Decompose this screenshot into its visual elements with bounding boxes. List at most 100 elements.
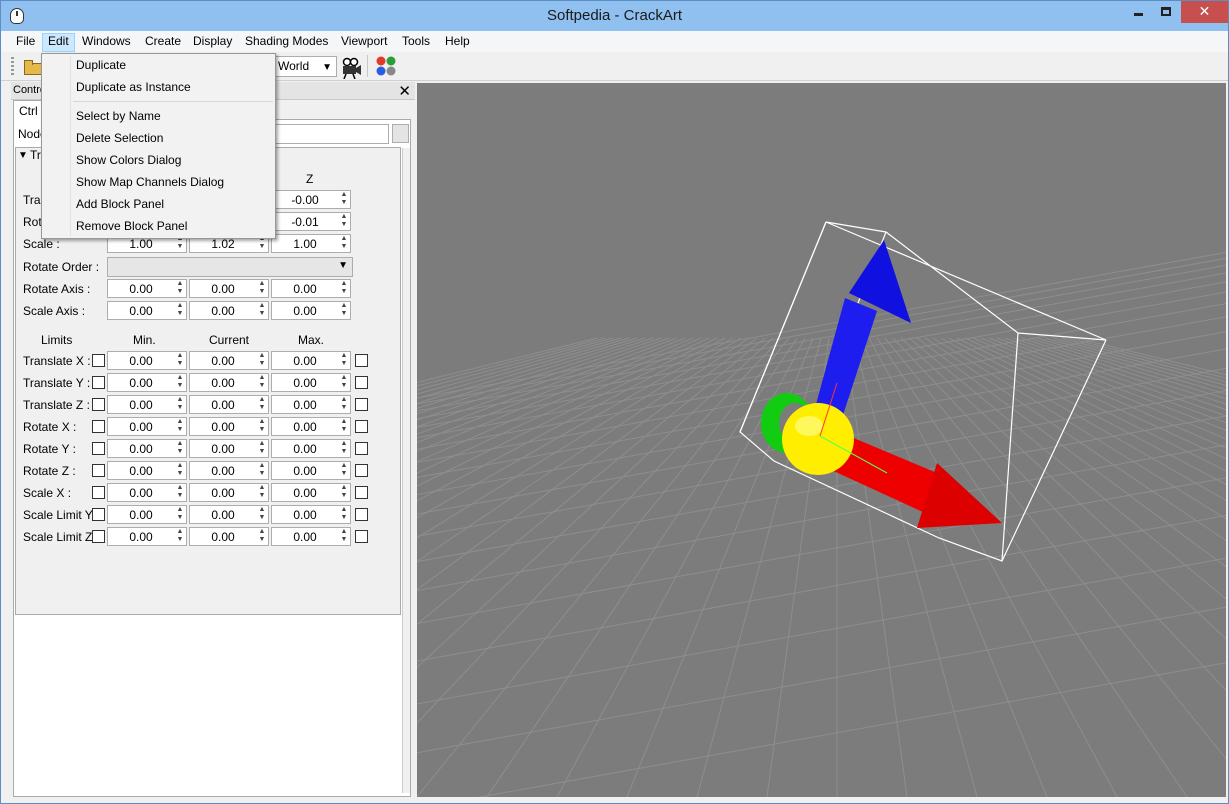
spinner-arrows-icon[interactable]: ▲▼ (257, 418, 267, 435)
rotate-z-field[interactable]: -0.01 ▲ ▼ (271, 212, 351, 231)
rotate-axis-x-field[interactable]: 0.00 ▲ ▼ (107, 279, 187, 298)
spinner-arrows-icon[interactable]: ▲▼ (339, 352, 349, 369)
limit-min-field[interactable]: 0.00 ▲ ▼ (107, 439, 187, 458)
limit-min-checkbox[interactable] (92, 442, 105, 455)
limit-max-checkbox[interactable] (355, 464, 368, 477)
spinner-arrows-icon[interactable]: ▲▼ (257, 484, 267, 501)
limit-current-field[interactable]: 0.00 ▲ ▼ (189, 417, 269, 436)
scale-z-field[interactable]: 1.00 ▲ ▼ (271, 234, 351, 253)
limit-current-field[interactable]: 0.00 ▲ ▼ (189, 505, 269, 524)
spinner-arrows-icon[interactable]: ▲▼ (339, 213, 349, 230)
menu-item-show-colors-dialog[interactable]: Show Colors Dialog (76, 153, 181, 167)
menu-create[interactable]: Create (140, 33, 186, 52)
node-name-input[interactable] (271, 124, 389, 144)
limit-max-field[interactable]: 0.00 ▲ ▼ (271, 351, 351, 370)
spinner-arrows-icon[interactable]: ▲▼ (257, 302, 267, 319)
limit-current-field[interactable]: 0.00 ▲ ▼ (189, 373, 269, 392)
node-browse-button[interactable] (392, 124, 409, 143)
limit-max-field[interactable]: 0.00 ▲ ▼ (271, 483, 351, 502)
menu-item-delete-selection[interactable]: Delete Selection (76, 131, 163, 145)
spinner-arrows-icon[interactable]: ▲▼ (175, 396, 185, 413)
limit-min-checkbox[interactable] (92, 420, 105, 433)
spinner-arrows-icon[interactable]: ▲▼ (339, 235, 349, 252)
toolbar-grip[interactable] (11, 57, 14, 77)
colors-icon[interactable] (375, 55, 396, 76)
spinner-arrows-icon[interactable]: ▲▼ (339, 506, 349, 523)
scale-axis-z-field[interactable]: 0.00 ▲ ▼ (271, 301, 351, 320)
limit-max-checkbox[interactable] (355, 442, 368, 455)
limit-current-field[interactable]: 0.00 ▲ ▼ (189, 461, 269, 480)
spinner-arrows-icon[interactable]: ▲▼ (175, 302, 185, 319)
limit-max-field[interactable]: 0.00 ▲ ▼ (271, 439, 351, 458)
limit-min-field[interactable]: 0.00 ▲ ▼ (107, 417, 187, 436)
limit-max-field[interactable]: 0.00 ▲ ▼ (271, 373, 351, 392)
menu-item-duplicate-as-instance[interactable]: Duplicate as Instance (76, 80, 191, 94)
limit-min-field[interactable]: 0.00 ▲ ▼ (107, 483, 187, 502)
coordinate-space-select[interactable]: World ▼ (273, 56, 337, 77)
3d-viewport[interactable] (417, 83, 1226, 797)
limit-max-checkbox[interactable] (355, 486, 368, 499)
menu-edit[interactable]: Edit (42, 33, 75, 52)
menu-help[interactable]: Help (440, 33, 475, 52)
rotate-order-select[interactable]: ▼ (107, 257, 353, 277)
menu-windows[interactable]: Windows (77, 33, 136, 52)
open-folder-icon[interactable] (23, 57, 43, 75)
menu-display[interactable]: Display (188, 33, 237, 52)
limit-min-field[interactable]: 0.00 ▲ ▼ (107, 505, 187, 524)
menu-item-add-block-panel[interactable]: Add Block Panel (76, 197, 164, 211)
limit-min-checkbox[interactable] (92, 354, 105, 367)
limit-current-field[interactable]: 0.00 ▲ ▼ (189, 527, 269, 546)
spinner-arrows-icon[interactable]: ▲▼ (339, 462, 349, 479)
limit-max-checkbox[interactable] (355, 398, 368, 411)
limit-min-field[interactable]: 0.00 ▲ ▼ (107, 461, 187, 480)
spinner-arrows-icon[interactable]: ▲▼ (257, 352, 267, 369)
limit-min-field[interactable]: 0.00 ▲ ▼ (107, 373, 187, 392)
limit-max-field[interactable]: 0.00 ▲ ▼ (271, 417, 351, 436)
limit-current-field[interactable]: 0.00 ▲ ▼ (189, 483, 269, 502)
transform-gizmo[interactable] (761, 240, 1002, 528)
spinner-arrows-icon[interactable]: ▲▼ (257, 528, 267, 545)
spinner-arrows-icon[interactable]: ▲▼ (175, 280, 185, 297)
limit-min-checkbox[interactable] (92, 508, 105, 521)
spinner-arrows-icon[interactable]: ▲▼ (175, 484, 185, 501)
rotate-axis-y-field[interactable]: 0.00 ▲ ▼ (189, 279, 269, 298)
spinner-arrows-icon[interactable]: ▲▼ (175, 528, 185, 545)
menu-tools[interactable]: Tools (397, 33, 435, 52)
limit-max-field[interactable]: 0.00 ▲ ▼ (271, 461, 351, 480)
limit-min-checkbox[interactable] (92, 486, 105, 499)
menu-shading-modes[interactable]: Shading Modes (240, 33, 333, 52)
spinner-arrows-icon[interactable]: ▲▼ (175, 352, 185, 369)
spinner-arrows-icon[interactable]: ▲▼ (339, 418, 349, 435)
spinner-arrows-icon[interactable]: ▲▼ (339, 396, 349, 413)
spinner-arrows-icon[interactable]: ▲▼ (257, 506, 267, 523)
spinner-arrows-icon[interactable]: ▲▼ (339, 374, 349, 391)
limit-max-field[interactable]: 0.00 ▲ ▼ (271, 395, 351, 414)
spinner-arrows-icon[interactable]: ▲▼ (175, 462, 185, 479)
spinner-arrows-icon[interactable]: ▲▼ (339, 191, 349, 208)
menu-file[interactable]: File (11, 33, 40, 52)
spinner-arrows-icon[interactable]: ▲▼ (257, 440, 267, 457)
spinner-arrows-icon[interactable]: ▲▼ (175, 374, 185, 391)
spinner-arrows-icon[interactable]: ▲▼ (257, 374, 267, 391)
limit-min-checkbox[interactable] (92, 530, 105, 543)
limit-max-checkbox[interactable] (355, 354, 368, 367)
center-sphere[interactable] (782, 403, 854, 475)
limit-min-field[interactable]: 0.00 ▲ ▼ (107, 351, 187, 370)
spinner-arrows-icon[interactable]: ▲▼ (257, 280, 267, 297)
limit-current-field[interactable]: 0.00 ▲ ▼ (189, 439, 269, 458)
limit-max-field[interactable]: 0.00 ▲ ▼ (271, 505, 351, 524)
limit-min-checkbox[interactable] (92, 398, 105, 411)
menu-item-remove-block-panel[interactable]: Remove Block Panel (76, 219, 187, 233)
limit-min-checkbox[interactable] (92, 376, 105, 389)
limit-min-field[interactable]: 0.00 ▲ ▼ (107, 527, 187, 546)
spinner-arrows-icon[interactable]: ▲▼ (175, 506, 185, 523)
spinner-arrows-icon[interactable]: ▲▼ (175, 418, 185, 435)
rotate-axis-z-field[interactable]: 0.00 ▲ ▼ (271, 279, 351, 298)
limit-max-checkbox[interactable] (355, 530, 368, 543)
limit-max-checkbox[interactable] (355, 376, 368, 389)
menu-item-select-by-name[interactable]: Select by Name (76, 109, 161, 123)
camera-icon[interactable] (340, 57, 361, 80)
limit-max-checkbox[interactable] (355, 508, 368, 521)
spinner-arrows-icon[interactable]: ▲▼ (339, 528, 349, 545)
limit-max-checkbox[interactable] (355, 420, 368, 433)
